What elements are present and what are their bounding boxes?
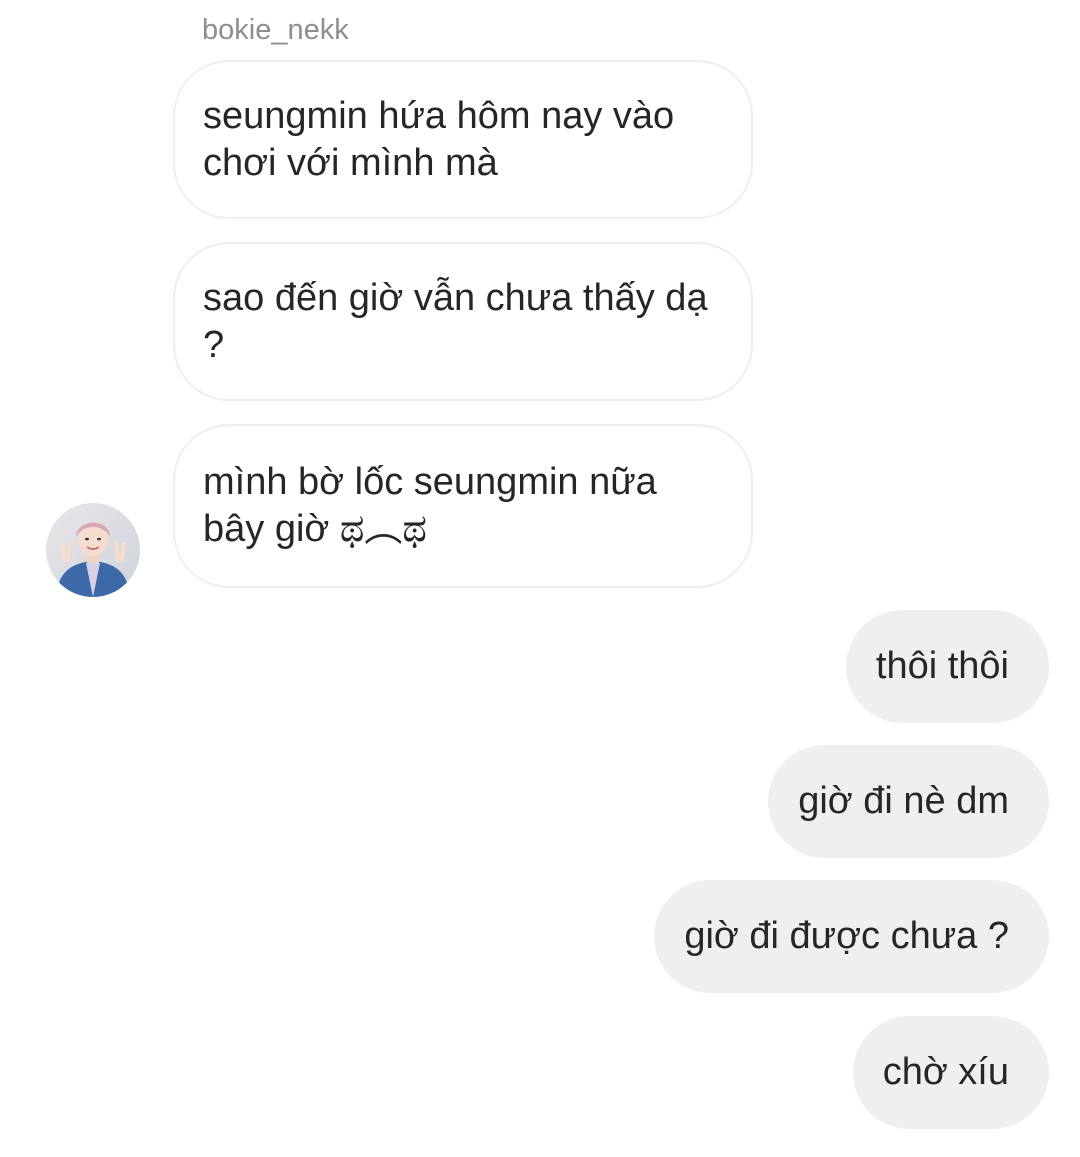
message-text: mình bờ lốc seungmin nữa bây giờ ಥ︵ಥ xyxy=(203,461,657,550)
profile-photo-icon xyxy=(46,503,140,597)
message-text: giờ đi được chưa ? xyxy=(684,915,1009,957)
message-text: chờ xíu xyxy=(882,1051,1009,1093)
message-text: giờ đi nè dm xyxy=(798,780,1009,822)
outgoing-message-bubble[interactable]: giờ đi nè dm xyxy=(768,745,1049,858)
message-text: seungmin hứa hôm nay vào chơi với mình m… xyxy=(203,94,675,184)
incoming-message-bubble[interactable]: mình bờ lốc seungmin nữa bây giờ ಥ︵ಥ xyxy=(173,424,753,588)
message-text: sao đến giờ vẫn chưa thấy dạ ? xyxy=(203,276,708,366)
outgoing-message-bubble[interactable]: thôi thôi xyxy=(845,610,1049,723)
message-text: thôi thôi xyxy=(875,645,1009,687)
outgoing-message-bubble[interactable]: giờ đi được chưa ? xyxy=(654,880,1049,993)
sender-avatar[interactable] xyxy=(46,503,140,597)
incoming-message-bubble[interactable]: sao đến giờ vẫn chưa thấy dạ ? xyxy=(173,242,753,401)
outgoing-message-bubble[interactable]: chờ xíu xyxy=(852,1016,1049,1129)
incoming-message-bubble[interactable]: seungmin hứa hôm nay vào chơi với mình m… xyxy=(173,60,753,219)
sender-username[interactable]: bokie_nekk xyxy=(202,12,349,48)
